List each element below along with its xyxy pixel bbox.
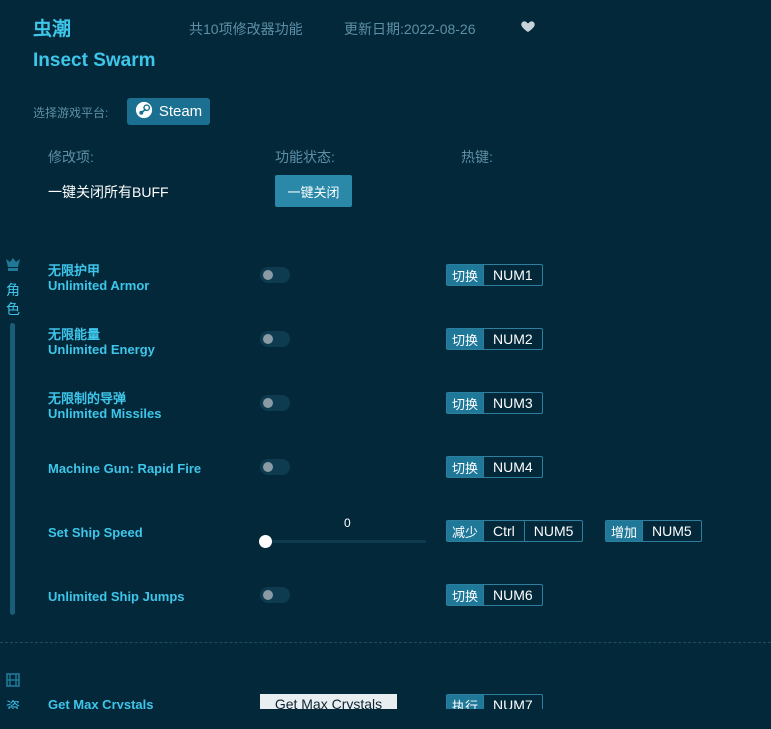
hotkey-key: NUM6: [483, 585, 542, 605]
steam-label: Steam: [158, 103, 203, 120]
disable-all-button[interactable]: 一键关闭: [275, 175, 352, 207]
mod-name-cn: 无限护甲: [48, 263, 101, 278]
category-scroll-indicator: [10, 323, 15, 615]
section-divider: [0, 642, 771, 643]
hotkey-action: 减少: [447, 521, 484, 541]
hotkey-action: 增加: [606, 521, 643, 541]
feature-count: 共10项修改器功能: [189, 21, 303, 37]
heart-icon[interactable]: [520, 18, 538, 36]
viewport-bottom-edge: [0, 709, 771, 729]
hotkey-unlimited-missiles[interactable]: 切换 NUM3: [446, 392, 543, 414]
hotkey-key: NUM5: [523, 521, 583, 541]
mod-name-en: Unlimited Armor: [48, 278, 150, 293]
hotkey-key: NUM4: [483, 457, 542, 477]
hotkey-speed-decrease[interactable]: 减少 Ctrl NUM5: [446, 520, 584, 542]
hotkey-unlimited-ship-jumps[interactable]: 切换 NUM6: [446, 584, 543, 606]
mod-name-cn: 无限能量: [48, 327, 101, 342]
unlimited-armor-toggle[interactable]: [260, 267, 290, 283]
steam-platform-button[interactable]: Steam: [127, 98, 210, 125]
steam-icon: [135, 101, 153, 123]
hotkey-unlimited-energy[interactable]: 切换 NUM2: [446, 328, 543, 350]
update-date: 更新日期:2022-08-26: [344, 21, 476, 37]
hotkey-speed-increase[interactable]: 增加 NUM5: [605, 520, 702, 542]
column-status-header: 功能状态:: [275, 149, 335, 165]
hotkey-key: NUM1: [483, 265, 542, 285]
mod-name-en: Machine Gun: Rapid Fire: [48, 461, 202, 476]
column-hotkey-header: 热键:: [461, 149, 493, 165]
hotkey-rapid-fire[interactable]: 切换 NUM4: [446, 456, 543, 478]
hotkey-action: 切换: [447, 265, 484, 285]
game-title-cn: 虫潮: [33, 19, 72, 40]
resources-icon: [4, 671, 22, 689]
column-mod-header: 修改项:: [48, 149, 94, 165]
ship-speed-slider-handle[interactable]: [259, 535, 272, 548]
hotkey-key: NUM5: [642, 521, 701, 541]
mod-name-en: Unlimited Energy: [48, 342, 155, 357]
disable-all-label: 一键关闭所有BUFF: [48, 184, 169, 200]
unlimited-energy-toggle[interactable]: [260, 331, 290, 347]
hotkey-key: NUM3: [483, 393, 542, 413]
mod-name-cn: 无限制的导弹: [48, 391, 127, 406]
mod-name-en: Unlimited Ship Jumps: [48, 589, 185, 604]
hotkey-unlimited-armor[interactable]: 切换 NUM1: [446, 264, 543, 286]
hotkey-action: 切换: [447, 457, 484, 477]
category-character-label-2: 色: [6, 301, 20, 317]
game-title-en: Insect Swarm: [33, 50, 156, 71]
hotkey-action: 切换: [447, 329, 484, 349]
ship-speed-label: Set Ship Speed: [48, 525, 143, 540]
unlimited-ship-jumps-toggle[interactable]: [260, 587, 290, 603]
ship-speed-value: 0: [344, 516, 351, 530]
unlimited-missiles-toggle[interactable]: [260, 395, 290, 411]
hotkey-action: 切换: [447, 585, 484, 605]
character-icon: [4, 256, 22, 274]
rapid-fire-toggle[interactable]: [260, 459, 290, 475]
hotkey-action: 切换: [447, 393, 484, 413]
hotkey-key: NUM2: [483, 329, 542, 349]
platform-label: 选择游戏平台:: [33, 106, 109, 120]
category-character-label-1: 角: [6, 282, 20, 298]
hotkey-modifier: Ctrl: [483, 521, 524, 541]
mod-name-en: Unlimited Missiles: [48, 406, 162, 421]
ship-speed-slider-track[interactable]: [266, 540, 426, 543]
